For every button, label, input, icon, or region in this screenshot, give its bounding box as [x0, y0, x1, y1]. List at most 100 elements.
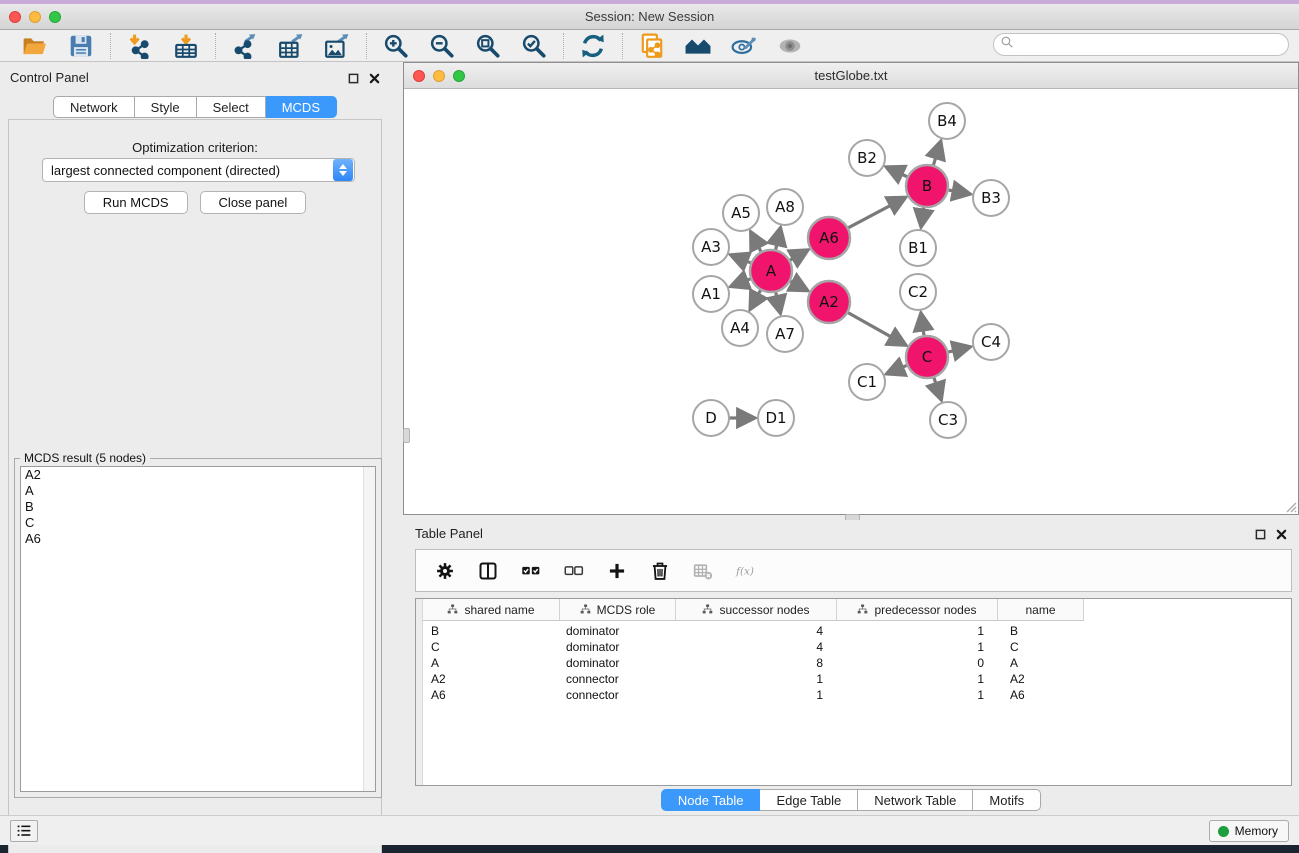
graph-edge-A-A8[interactable] — [775, 228, 780, 250]
tab-edge-table[interactable]: Edge Table — [760, 789, 858, 811]
table-row[interactable]: A6connector11A6 — [423, 687, 1291, 703]
import-network-icon[interactable] — [125, 32, 155, 60]
svg-text:B1: B1 — [908, 239, 928, 257]
import-table-icon[interactable] — [171, 32, 201, 60]
table-row[interactable]: Cdominator41C — [423, 639, 1291, 655]
criterion-dropdown[interactable]: largest connected component (directed) — [42, 158, 355, 182]
column-header-name[interactable]: name — [998, 599, 1084, 621]
graph-node-A1[interactable]: A1 — [693, 276, 729, 312]
graph-node-C1[interactable]: C1 — [849, 364, 885, 400]
graph-edge-A2-C[interactable] — [847, 312, 905, 344]
search-input[interactable] — [1015, 36, 1288, 54]
tab-select[interactable]: Select — [197, 96, 266, 118]
add-row-icon[interactable] — [606, 560, 628, 582]
graph-node-A3[interactable]: A3 — [693, 229, 729, 265]
close-panel-button[interactable]: Close panel — [200, 191, 307, 214]
graph-node-B4[interactable]: B4 — [929, 103, 965, 139]
graph-edge-A-A4[interactable] — [751, 289, 761, 308]
table-row[interactable]: A2connector11A2 — [423, 671, 1291, 687]
mcds-result-item[interactable]: B — [21, 499, 375, 515]
graph-edge-A-A2[interactable] — [790, 281, 807, 290]
graph-edge-A-A1[interactable] — [732, 279, 752, 287]
column-header-shared-name[interactable]: shared name — [423, 599, 560, 621]
graph-node-D[interactable]: D — [693, 400, 729, 436]
graph-edge-B-B2[interactable] — [887, 167, 908, 177]
graph-edge-C-C3[interactable] — [934, 377, 941, 399]
mcds-result-item[interactable]: A2 — [21, 467, 375, 483]
float-panel-icon[interactable] — [348, 71, 359, 89]
network-canvas[interactable]: B4 B2 B B3 A5A8A6 B1 A3 A C2 A1 A2 A4A7 C4 C C1 C3 D D1 — [404, 89, 1298, 514]
graph-node-A4[interactable]: A4 — [722, 310, 758, 346]
graph-edge-A-A5[interactable] — [751, 233, 761, 253]
graph-edge-C-C4[interactable] — [947, 347, 969, 352]
table-row[interactable]: Adominator80A — [423, 655, 1291, 671]
memory-button[interactable]: Memory — [1209, 820, 1289, 842]
column-header-MCDS-role[interactable]: MCDS role — [560, 599, 676, 621]
float-panel-icon[interactable] — [1255, 527, 1266, 545]
graph-node-C[interactable]: C — [906, 336, 948, 378]
tab-network[interactable]: Network — [53, 96, 135, 118]
tab-network-table[interactable]: Network Table — [858, 789, 973, 811]
graph-node-B1[interactable]: B1 — [900, 230, 936, 266]
graph-edge-B-B3[interactable] — [948, 190, 970, 194]
graph-node-C2[interactable]: C2 — [900, 274, 936, 310]
graph-node-A5[interactable]: A5 — [723, 195, 759, 231]
graph-edge-A6-B[interactable] — [848, 198, 905, 228]
graph-node-A2[interactable]: A2 — [808, 281, 850, 323]
graph-edge-A-A3[interactable] — [731, 255, 751, 263]
refresh-icon[interactable] — [578, 32, 608, 60]
show-task-history-button[interactable] — [10, 820, 38, 842]
table-row[interactable]: Bdominator41B — [423, 623, 1291, 639]
export-network-icon[interactable] — [230, 32, 260, 60]
graph-node-A[interactable]: A — [750, 250, 792, 292]
mcds-result-item[interactable]: C — [21, 515, 375, 531]
graph-node-A8[interactable]: A8 — [767, 189, 803, 225]
mcds-result-item[interactable]: A — [21, 483, 375, 499]
deselect-all-icon[interactable] — [563, 560, 585, 582]
zoom-selected-icon[interactable] — [519, 32, 549, 60]
tab-node-table[interactable]: Node Table — [661, 789, 761, 811]
graph-edge-C-C1[interactable] — [887, 365, 907, 373]
show-eye-icon[interactable] — [775, 32, 805, 60]
graph-node-C4[interactable]: C4 — [973, 324, 1009, 360]
graph-node-A7[interactable]: A7 — [767, 316, 803, 352]
tab-motifs[interactable]: Motifs — [973, 789, 1041, 811]
run-mcds-button[interactable]: Run MCDS — [84, 191, 188, 214]
hide-panels-icon[interactable] — [729, 32, 759, 60]
close-panel-icon[interactable] — [369, 71, 380, 89]
graph-edge-B-B1[interactable] — [921, 207, 924, 226]
graph-node-D1[interactable]: D1 — [758, 400, 794, 436]
save-session-icon[interactable] — [66, 32, 96, 60]
column-header-predecessor-nodes[interactable]: predecessor nodes — [837, 599, 998, 621]
vertical-splitter-handle[interactable] — [403, 428, 410, 443]
zoom-fit-icon[interactable] — [473, 32, 503, 60]
tab-style[interactable]: Style — [135, 96, 197, 118]
graph-edge-C-C2[interactable] — [921, 314, 924, 336]
graph-node-B[interactable]: B — [906, 165, 948, 207]
graph-node-B2[interactable]: B2 — [849, 140, 885, 176]
home-icon[interactable] — [683, 32, 713, 60]
graph-edge-A-A6[interactable] — [789, 250, 807, 260]
attribute-settings-icon[interactable] — [434, 560, 456, 582]
columns-icon[interactable] — [477, 560, 499, 582]
resize-grip-icon[interactable] — [1284, 500, 1297, 513]
graph-edge-B-B4[interactable] — [933, 142, 940, 166]
graph-node-C3[interactable]: C3 — [930, 402, 966, 438]
search-box[interactable] — [993, 33, 1289, 56]
open-session-icon[interactable] — [20, 32, 50, 60]
table-cell: 1 — [676, 671, 837, 687]
graph-edge-A-A7[interactable] — [776, 291, 781, 312]
mcds-result-item[interactable]: A6 — [21, 531, 375, 547]
tab-mcds[interactable]: MCDS — [266, 96, 337, 118]
graph-node-A6[interactable]: A6 — [808, 217, 850, 259]
zoom-in-icon[interactable] — [381, 32, 411, 60]
close-panel-icon[interactable] — [1276, 527, 1287, 545]
graph-node-B3[interactable]: B3 — [973, 180, 1009, 216]
column-header-successor-nodes[interactable]: successor nodes — [676, 599, 837, 621]
export-table-icon[interactable] — [276, 32, 306, 60]
delete-row-icon[interactable] — [649, 560, 671, 582]
zoom-out-icon[interactable] — [427, 32, 457, 60]
select-all-icon[interactable] — [520, 560, 542, 582]
export-image-icon[interactable] — [322, 32, 352, 60]
open-network-file-icon[interactable] — [637, 32, 667, 60]
